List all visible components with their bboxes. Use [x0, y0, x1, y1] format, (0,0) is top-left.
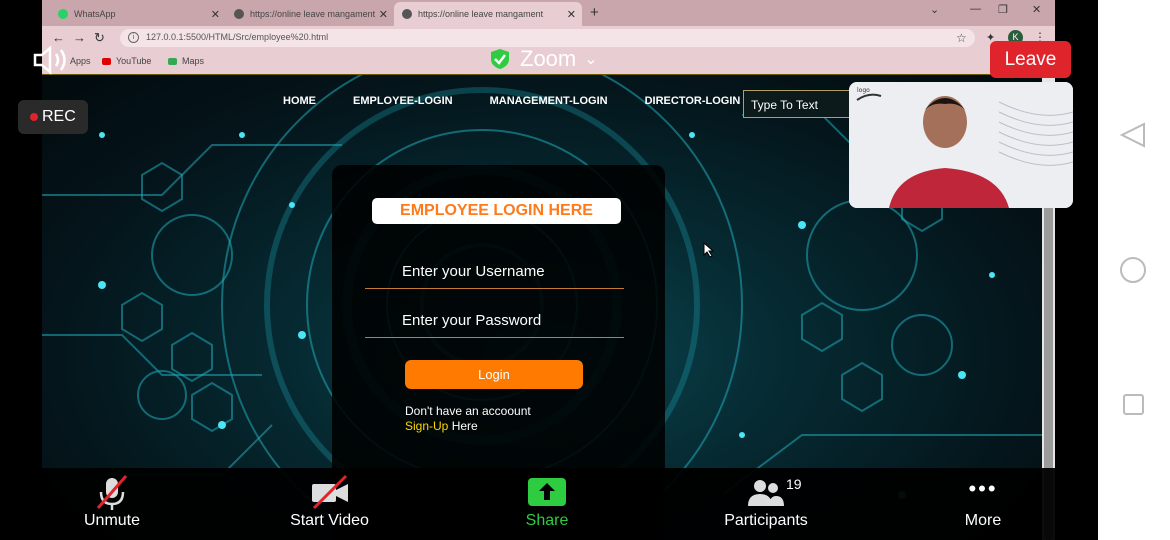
globe-icon [402, 9, 412, 19]
participants-label: Participants [724, 512, 808, 529]
shield-icon [491, 49, 509, 69]
tab-label: WhatsApp [74, 9, 116, 19]
record-dot-icon [30, 113, 38, 121]
rec-label: REC [42, 108, 76, 125]
start-video-button[interactable]: Start Video [282, 468, 377, 540]
participants-icon [748, 480, 784, 506]
more-icon: ••• [968, 476, 998, 501]
back-icon[interactable]: ← [52, 30, 73, 45]
login-button[interactable]: Login [405, 360, 583, 389]
no-account-text: Don't have an accoount [405, 404, 531, 418]
more-label: More [964, 512, 1002, 529]
speaker-icon[interactable] [32, 44, 72, 76]
info-icon[interactable]: i [128, 32, 139, 43]
new-tab-button[interactable]: + [590, 4, 599, 21]
shared-screen: WhatsApp ✕ https://online leave mangamen… [42, 0, 1055, 540]
participant-video[interactable]: logo [849, 82, 1073, 208]
meeting-title[interactable]: Zoom ⌄ [490, 46, 598, 72]
reload-icon[interactable]: ↻ [94, 30, 113, 45]
muted-mic-icon [96, 475, 128, 510]
close-icon[interactable]: ✕ [211, 8, 220, 21]
chevron-down-icon[interactable]: ⌄ [930, 3, 939, 16]
video-off-icon [312, 474, 348, 510]
signup-link[interactable]: Sign-Up [405, 419, 448, 433]
signup-suffix: Here [448, 419, 478, 433]
site-nav: HOME EMPLOYEE-LOGIN MANAGEMENT-LOGIN DIR… [283, 95, 777, 107]
browser-tab-strip: WhatsApp ✕ https://online leave mangamen… [42, 0, 1055, 26]
bookmark-maps[interactable]: Maps [168, 56, 204, 66]
home-icon [1120, 257, 1146, 283]
minimize-icon[interactable]: — [970, 3, 981, 15]
unmute-button[interactable]: Unmute [72, 468, 152, 540]
zoom-meeting-screen: WhatsApp ✕ https://online leave mangamen… [0, 0, 1170, 540]
bookmark-apps[interactable]: Apps [70, 56, 91, 66]
zoom-toolbar: Unmute Start Video Share 19 Participants… [42, 468, 1055, 540]
zoom-label: Zoom [520, 46, 577, 71]
more-button[interactable]: ••• More [958, 468, 1008, 540]
android-nav-icons [1119, 122, 1146, 415]
chevron-down-icon: ⌄ [584, 51, 598, 68]
restore-icon[interactable]: ❐ [998, 3, 1008, 16]
close-icon[interactable]: ✕ [379, 8, 388, 21]
login-title: EMPLOYEE LOGIN HERE [372, 198, 621, 224]
start-video-label: Start Video [290, 512, 369, 529]
share-button[interactable]: Share [522, 468, 572, 540]
search-input[interactable]: Type To Text [743, 90, 853, 118]
bookmark-youtube[interactable]: YouTube [102, 56, 151, 66]
password-field[interactable]: Enter your Password [365, 312, 624, 338]
android-nav-bar [1098, 0, 1170, 540]
username-field[interactable]: Enter your Username [365, 263, 624, 289]
nav-director-login[interactable]: DIRECTOR-LOGIN [645, 95, 741, 107]
url-text: 127.0.0.1:5500/HTML/Src/employee%20.html [146, 32, 329, 42]
mouse-cursor-icon [703, 242, 715, 258]
tab-leave-management-active[interactable]: https://online leave mangament ✕ [394, 2, 582, 26]
nav-home[interactable]: HOME [283, 95, 316, 107]
tab-whatsapp[interactable]: WhatsApp ✕ [50, 2, 226, 26]
svg-text:logo: logo [857, 87, 870, 94]
forward-icon[interactable]: → [73, 30, 94, 45]
unmute-label: Unmute [83, 512, 141, 529]
tab-leave-management[interactable]: https://online leave mangament ✕ [226, 2, 394, 26]
nav-employee-login[interactable]: EMPLOYEE-LOGIN [353, 95, 453, 107]
leave-button[interactable]: Leave [990, 41, 1071, 78]
participants-count: 19 [786, 476, 802, 492]
tab-label: https://online leave mangament [250, 9, 376, 19]
youtube-icon [102, 57, 111, 65]
tab-label: https://online leave mangament [418, 9, 544, 19]
address-bar[interactable]: i 127.0.0.1:5500/HTML/Src/employee%20.ht… [120, 29, 975, 47]
participants-button[interactable]: 19 Participants [716, 468, 816, 540]
whatsapp-icon [58, 9, 68, 19]
recording-badge: REC [18, 100, 88, 134]
back-icon [1119, 122, 1145, 148]
signup-prompt: Don't have an accoount Sign-Up Here [405, 404, 531, 434]
close-window-icon[interactable]: ✕ [1032, 3, 1041, 16]
nav-management-login[interactable]: MANAGEMENT-LOGIN [490, 95, 608, 107]
recents-icon [1123, 394, 1144, 415]
share-label: Share [525, 512, 569, 529]
star-icon[interactable]: ☆ [956, 31, 967, 45]
participant-video-frame: logo [849, 82, 1073, 208]
maps-icon [168, 57, 177, 65]
share-screen-icon [528, 478, 566, 506]
close-icon[interactable]: ✕ [567, 8, 576, 21]
globe-icon [234, 9, 244, 19]
